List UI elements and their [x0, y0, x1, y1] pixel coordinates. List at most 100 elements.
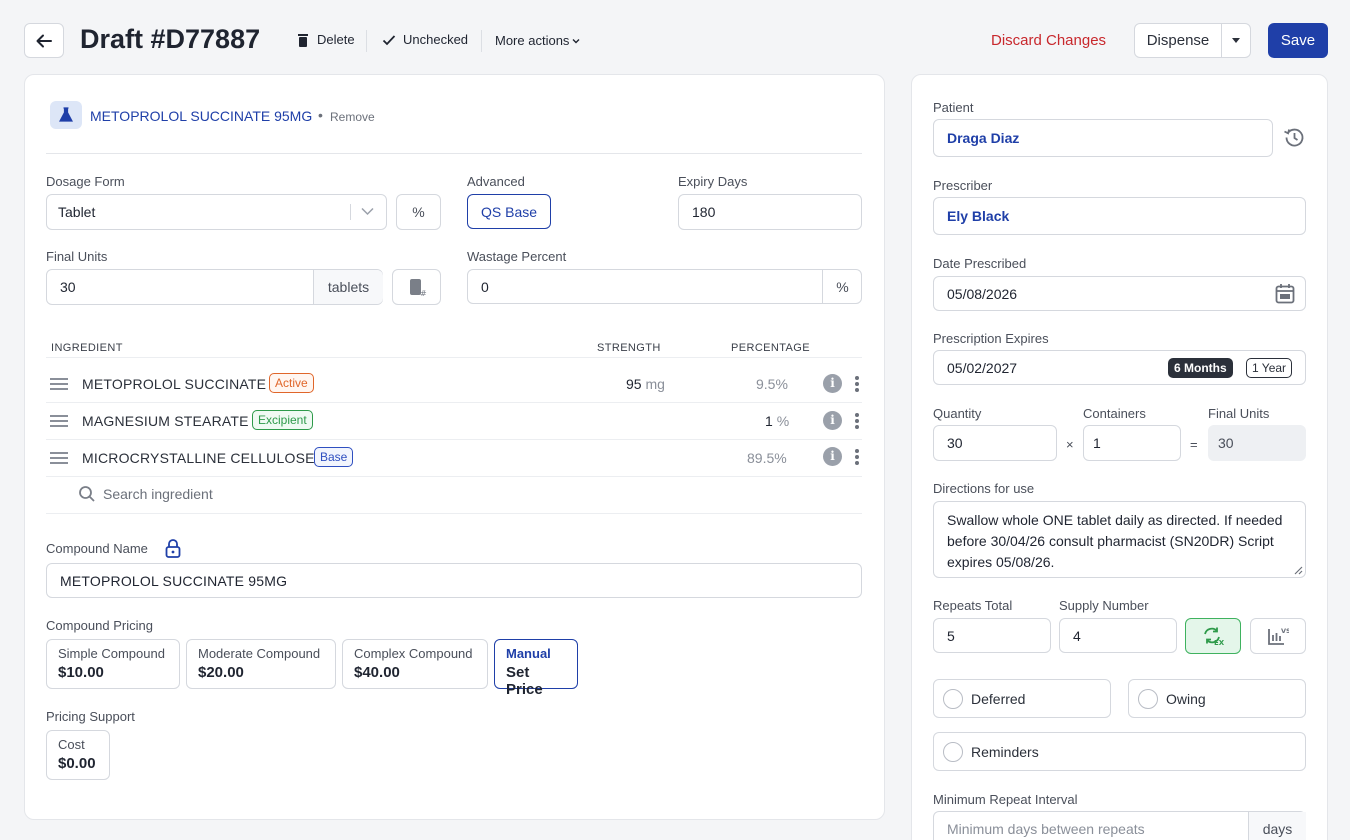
ingredient-name: MAGNESIUM STEARATE [82, 413, 249, 429]
reminders-radio[interactable] [943, 742, 963, 762]
ingredient-tag-active: Active [269, 373, 314, 393]
lock-icon[interactable] [165, 538, 181, 558]
chevron-down-icon [361, 207, 374, 216]
advanced-label: Advanced [467, 174, 525, 189]
info-icon[interactable]: i [823, 411, 842, 430]
refresh-rx-button[interactable]: EX [1185, 618, 1241, 654]
prescription-expires-input[interactable]: 05/02/2027 6 Months 1 Year [933, 350, 1306, 385]
info-icon[interactable]: i [823, 447, 842, 466]
patient-label: Patient [933, 100, 974, 115]
ingredient-tag-base: Base [314, 447, 354, 467]
unchecked-button[interactable]: Unchecked [382, 32, 468, 47]
chart-button[interactable]: VS [1250, 618, 1306, 654]
expiry-days-label: Expiry Days [678, 174, 748, 189]
final-units-rx-readonly: 30 [1208, 425, 1306, 461]
trash-icon [298, 33, 308, 47]
deferred-radio[interactable] [943, 689, 963, 709]
check-icon [382, 34, 396, 45]
quantity-label: Quantity [933, 406, 982, 421]
containers-input[interactable]: 1 [1083, 425, 1181, 461]
dispense-split-button[interactable]: Dispense [1134, 23, 1251, 58]
more-options-icon[interactable] [855, 413, 859, 431]
final-units-label: Final Units [46, 249, 108, 264]
dosage-form-label: Dosage Form [46, 174, 125, 189]
back-button[interactable] [24, 23, 64, 58]
qs-base-button[interactable]: QS Base [467, 194, 551, 229]
search-ingredient-input[interactable]: Search ingredient [103, 486, 403, 502]
strength-column-header: STRENGTH [597, 342, 661, 354]
resize-handle-icon[interactable] [1294, 566, 1303, 575]
pricing-support-label: Pricing Support [46, 709, 135, 724]
more-options-icon[interactable] [855, 449, 859, 467]
expiry-days-input[interactable]: 180 [678, 194, 862, 230]
directions-textarea[interactable]: Swallow whole ONE tablet daily as direct… [933, 501, 1306, 578]
min-repeat-interval-unit: days [1248, 812, 1306, 840]
save-button[interactable]: Save [1268, 23, 1328, 58]
reminders-option[interactable]: Reminders [933, 732, 1306, 771]
drag-handle-icon[interactable] [50, 452, 68, 467]
product-name-link[interactable]: METOPROLOL SUCCINATE 95MG [90, 108, 312, 124]
expires-6-months-chip[interactable]: 6 Months [1168, 358, 1233, 378]
percent-toggle-button[interactable]: % [396, 194, 441, 230]
final-units-value: 30 [60, 279, 76, 295]
pricing-complex-option[interactable]: Complex Compound $40.00 [342, 639, 488, 689]
min-repeat-interval-input[interactable]: Minimum days between repeats days [933, 811, 1306, 840]
more-actions-label: More actions [495, 33, 570, 48]
expires-1-year-chip[interactable]: 1 Year [1246, 358, 1293, 378]
directions-label: Directions for use [933, 481, 1035, 496]
containers-label: Containers [1083, 406, 1146, 421]
repeats-total-input[interactable]: 5 [933, 618, 1051, 653]
pricing-manual-option[interactable]: Manual Set Price [494, 639, 578, 698]
bar-chart-icon: VS [1268, 627, 1289, 645]
delete-button[interactable]: Delete [297, 32, 355, 47]
ingredient-strength: 1 % [765, 413, 790, 429]
drag-handle-icon[interactable] [50, 378, 68, 393]
wastage-label: Wastage Percent [467, 249, 567, 264]
remove-product-link[interactable]: Remove [330, 110, 375, 124]
patient-input[interactable]: Draga Diaz [933, 119, 1273, 157]
wastage-value: 0 [481, 278, 489, 295]
prescriber-input[interactable]: Ely Black [933, 197, 1306, 235]
calendar-icon[interactable] [1275, 283, 1295, 304]
percentage-column-header: PERCENTAGE [731, 342, 810, 354]
discard-changes-button[interactable]: Discard Changes [991, 32, 1106, 49]
svg-text:EX: EX [1214, 639, 1224, 646]
caret-down-icon [1232, 38, 1240, 43]
supply-number-input[interactable]: 4 [1059, 618, 1177, 653]
unchecked-label: Unchecked [403, 32, 469, 47]
more-actions-button[interactable]: More actions [495, 33, 580, 48]
search-icon [79, 486, 95, 502]
supply-number-label: Supply Number [1059, 598, 1149, 613]
min-repeat-interval-placeholder: Minimum days between repeats [947, 821, 1145, 837]
ingredient-percentage: 89.5% [747, 450, 787, 466]
prescription-expires-label: Prescription Expires [933, 331, 1049, 346]
pricing-simple-option[interactable]: Simple Compound $10.00 [46, 639, 180, 689]
final-units-input[interactable]: 30 tablets [46, 269, 383, 305]
compound-pricing-label: Compound Pricing [46, 618, 153, 633]
pricing-moderate-option[interactable]: Moderate Compound $20.00 [186, 639, 336, 689]
ingredient-strength: 95 mg [626, 376, 665, 392]
info-icon[interactable]: i [823, 374, 842, 393]
dispense-button[interactable]: Dispense [1135, 24, 1222, 57]
units-calculator-button[interactable]: # [392, 269, 441, 305]
history-icon[interactable] [1283, 127, 1305, 148]
compound-name-input[interactable]: METOPROLOL SUCCINATE 95MG [46, 563, 862, 598]
owing-option[interactable]: Owing [1128, 679, 1306, 718]
owing-radio[interactable] [1138, 689, 1158, 709]
wastage-input[interactable]: 0 % [467, 269, 862, 304]
refresh-icon: EX [1204, 627, 1224, 646]
date-prescribed-value: 05/08/2026 [947, 285, 1018, 302]
page-title: Draft #D77887 [80, 24, 261, 54]
repeats-total-label: Repeats Total [933, 598, 1013, 613]
quantity-input[interactable]: 30 [933, 425, 1057, 461]
prescription-expires-value: 05/02/2027 [947, 359, 1018, 376]
cost-box: Cost $0.00 [46, 730, 110, 780]
deferred-option[interactable]: Deferred [933, 679, 1111, 718]
drag-handle-icon[interactable] [50, 415, 68, 430]
dosage-form-select[interactable]: Tablet [46, 194, 387, 230]
more-options-icon[interactable] [855, 376, 859, 394]
dispense-dropdown[interactable] [1222, 24, 1250, 57]
date-prescribed-input[interactable]: 05/08/2026 [933, 276, 1306, 311]
delete-label: Delete [317, 32, 355, 47]
svg-text:VS: VS [1281, 627, 1289, 635]
